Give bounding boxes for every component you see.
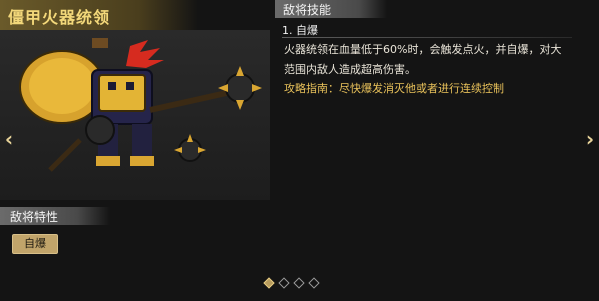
- skills-header: 敌将技能: [275, 0, 387, 18]
- strategy-guide: 攻略指南：尽快爆发消灭他或者进行连续控制: [284, 82, 504, 95]
- title-bar: 僵甲火器统领: [0, 0, 198, 30]
- page-dot[interactable]: [263, 277, 275, 289]
- page-indicator: [263, 276, 320, 290]
- trait-badge[interactable]: 自爆: [12, 234, 58, 254]
- skill-description: 火器统领在血量低于60%时，会触发点火，并自爆，对大范围内敌人造成超高伤害。: [284, 43, 562, 76]
- general-portrait-panel: [0, 30, 270, 200]
- next-general-button[interactable]: ›: [583, 127, 597, 151]
- skill-divider: [282, 37, 572, 38]
- page-dot[interactable]: [293, 277, 305, 289]
- skills-header-label: 敌将技能: [283, 3, 332, 17]
- general-portrait: [19, 38, 262, 172]
- chevron-left-icon: ‹: [4, 127, 14, 151]
- general-title: 僵甲火器统领: [8, 8, 111, 27]
- page-dot[interactable]: [278, 277, 290, 289]
- chevron-right-icon: ›: [585, 127, 595, 151]
- page-dot[interactable]: [308, 277, 320, 289]
- traits-header: 敌将特性: [0, 207, 110, 225]
- skill-name: 1. 自爆: [282, 24, 318, 37]
- traits-header-label: 敌将特性: [10, 210, 59, 224]
- prev-general-button[interactable]: ‹: [2, 127, 16, 151]
